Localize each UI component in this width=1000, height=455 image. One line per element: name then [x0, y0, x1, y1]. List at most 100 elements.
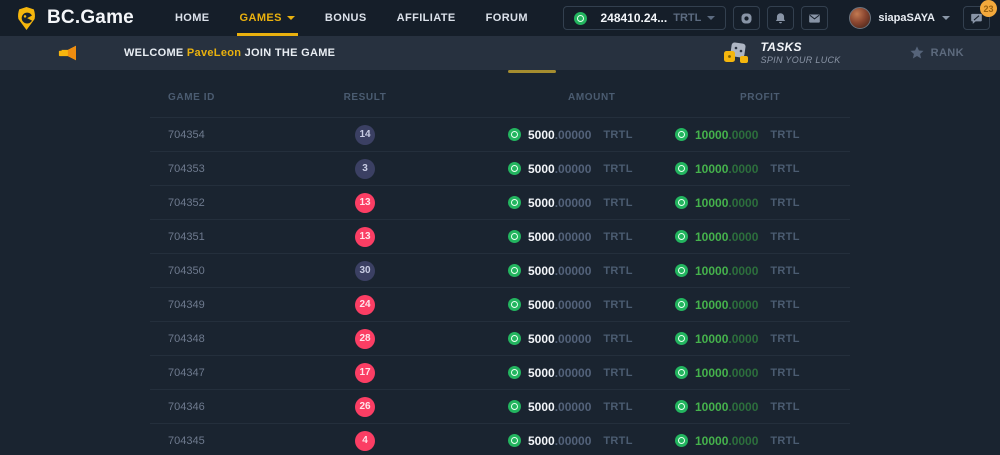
result-badge: 13 [355, 227, 375, 247]
coin-icon [508, 366, 521, 379]
profit-currency: TRTL [770, 197, 799, 209]
nav-item-forum[interactable]: FORUM [471, 0, 543, 36]
tasks-widget[interactable]: TASKS SPIN YOUR LUCK [722, 41, 841, 65]
result-cell: 24 [300, 295, 430, 315]
chevron-down-icon [942, 16, 950, 20]
coin-icon [508, 264, 521, 277]
wallet-icon [739, 11, 754, 26]
table-row[interactable]: 704348 28 5000.00000TRTL 10000.0000TRTL [150, 321, 850, 355]
username: siapaSAYA [878, 12, 935, 24]
amount-currency: TRTL [603, 163, 632, 175]
rank-label: RANK [931, 47, 964, 59]
main-content: GAME ID RESULT AMOUNT PROFIT 704354 14 5… [0, 70, 1000, 455]
table-row[interactable]: 704347 17 5000.00000TRTL 10000.0000TRTL [150, 355, 850, 389]
main-nav: HOME GAMES BONUS AFFILIATE FORUM [160, 0, 543, 36]
result-badge: 4 [355, 431, 375, 451]
result-cell: 28 [300, 329, 430, 349]
user-menu[interactable]: siapaSAYA [849, 7, 950, 29]
result-cell: 13 [300, 193, 430, 213]
result-badge: 17 [355, 363, 375, 383]
profit-cell: 10000.0000TRTL [660, 128, 850, 142]
profit-currency: TRTL [770, 435, 799, 447]
coin-icon [675, 332, 688, 345]
balance-selector[interactable]: 248410.24... TRTL [563, 6, 726, 30]
result-badge: 28 [355, 329, 375, 349]
coin-icon [675, 366, 688, 379]
profit-currency: TRTL [770, 163, 799, 175]
result-badge: 26 [355, 397, 375, 417]
amount-currency: TRTL [603, 231, 632, 243]
amount-cell: 5000.00000TRTL [430, 264, 660, 278]
table-row[interactable]: 704349 24 5000.00000TRTL 10000.0000TRTL [150, 287, 850, 321]
messages-button[interactable] [801, 6, 828, 30]
wallet-button[interactable] [733, 6, 760, 30]
table-body: 704354 14 5000.00000TRTL 10000.0000TRTL … [150, 117, 850, 455]
envelope-icon [807, 11, 822, 26]
amount-currency: TRTL [603, 333, 632, 345]
profit-cell: 10000.0000TRTL [660, 332, 850, 346]
notifications-button[interactable] [767, 6, 794, 30]
profit-currency: TRTL [770, 129, 799, 141]
brand-name: BC.Game [47, 7, 134, 29]
coin-icon [508, 196, 521, 209]
table-row[interactable]: 704351 13 5000.00000TRTL 10000.0000TRTL [150, 219, 850, 253]
result-cell: 26 [300, 397, 430, 417]
result-cell: 14 [300, 125, 430, 145]
amount-currency: TRTL [603, 435, 632, 447]
profit-cell: 10000.0000TRTL [660, 162, 850, 176]
brand[interactable]: BC.Game [14, 6, 134, 31]
tasks-subtitle: SPIN YOUR LUCK [761, 55, 841, 65]
profit-currency: TRTL [770, 299, 799, 311]
navbar-right: 248410.24... TRTL siapaSAYA [563, 6, 990, 30]
welcome-message: WELCOME PaveLeon JOIN THE GAME [124, 47, 335, 59]
profit-currency: TRTL [770, 401, 799, 413]
table-row[interactable]: 704350 30 5000.00000TRTL 10000.0000TRTL [150, 253, 850, 287]
coin-icon [508, 332, 521, 345]
nav-item-games[interactable]: GAMES [225, 0, 310, 36]
table-row[interactable]: 704345 4 5000.00000TRTL 10000.0000TRTL [150, 423, 850, 455]
table-row[interactable]: 704352 13 5000.00000TRTL 10000.0000TRTL [150, 185, 850, 219]
table-row[interactable]: 704353 3 5000.00000TRTL 10000.0000TRTL [150, 151, 850, 185]
tasks-title: TASKS [761, 41, 841, 55]
coin-icon [675, 400, 688, 413]
amount-currency: TRTL [603, 401, 632, 413]
chat-unread-badge: 23 [980, 0, 997, 17]
coin-icon [675, 128, 688, 141]
coin-icon [508, 298, 521, 311]
result-badge: 13 [355, 193, 375, 213]
result-cell: 3 [300, 159, 430, 179]
result-badge: 24 [355, 295, 375, 315]
bcgame-logo-icon [14, 6, 39, 31]
profit-currency: TRTL [770, 265, 799, 277]
balance-value: 248410.24... [600, 11, 667, 25]
table-row[interactable]: 704346 26 5000.00000TRTL 10000.0000TRTL [150, 389, 850, 423]
profit-cell: 10000.0000TRTL [660, 264, 850, 278]
header-profit: PROFIT [660, 92, 850, 103]
amount-cell: 5000.00000TRTL [430, 332, 660, 346]
nav-item-home[interactable]: HOME [160, 0, 225, 36]
nav-item-affiliate[interactable]: AFFILIATE [382, 0, 471, 36]
profit-currency: TRTL [770, 333, 799, 345]
coin-icon [675, 196, 688, 209]
header-result: RESULT [300, 92, 430, 103]
profit-currency: TRTL [770, 367, 799, 379]
game-id-cell: 704352 [150, 197, 300, 209]
result-cell: 17 [300, 363, 430, 383]
coin-icon [508, 230, 521, 243]
game-id-cell: 704348 [150, 333, 300, 345]
game-id-cell: 704346 [150, 401, 300, 413]
result-badge: 3 [355, 159, 375, 179]
game-id-cell: 704351 [150, 231, 300, 243]
coin-icon [675, 264, 688, 277]
balance-currency: TRTL [673, 12, 701, 24]
amount-cell: 5000.00000TRTL [430, 230, 660, 244]
amount-currency: TRTL [603, 367, 632, 379]
rank-widget[interactable]: RANK [909, 45, 964, 61]
chat-button[interactable]: 23 [963, 6, 990, 30]
result-badge: 30 [355, 261, 375, 281]
welcome-username: PaveLeon [187, 47, 241, 59]
coin-icon [508, 400, 521, 413]
coin-icon [508, 128, 521, 141]
nav-item-bonus[interactable]: BONUS [310, 0, 382, 36]
table-row[interactable]: 704354 14 5000.00000TRTL 10000.0000TRTL [150, 117, 850, 151]
